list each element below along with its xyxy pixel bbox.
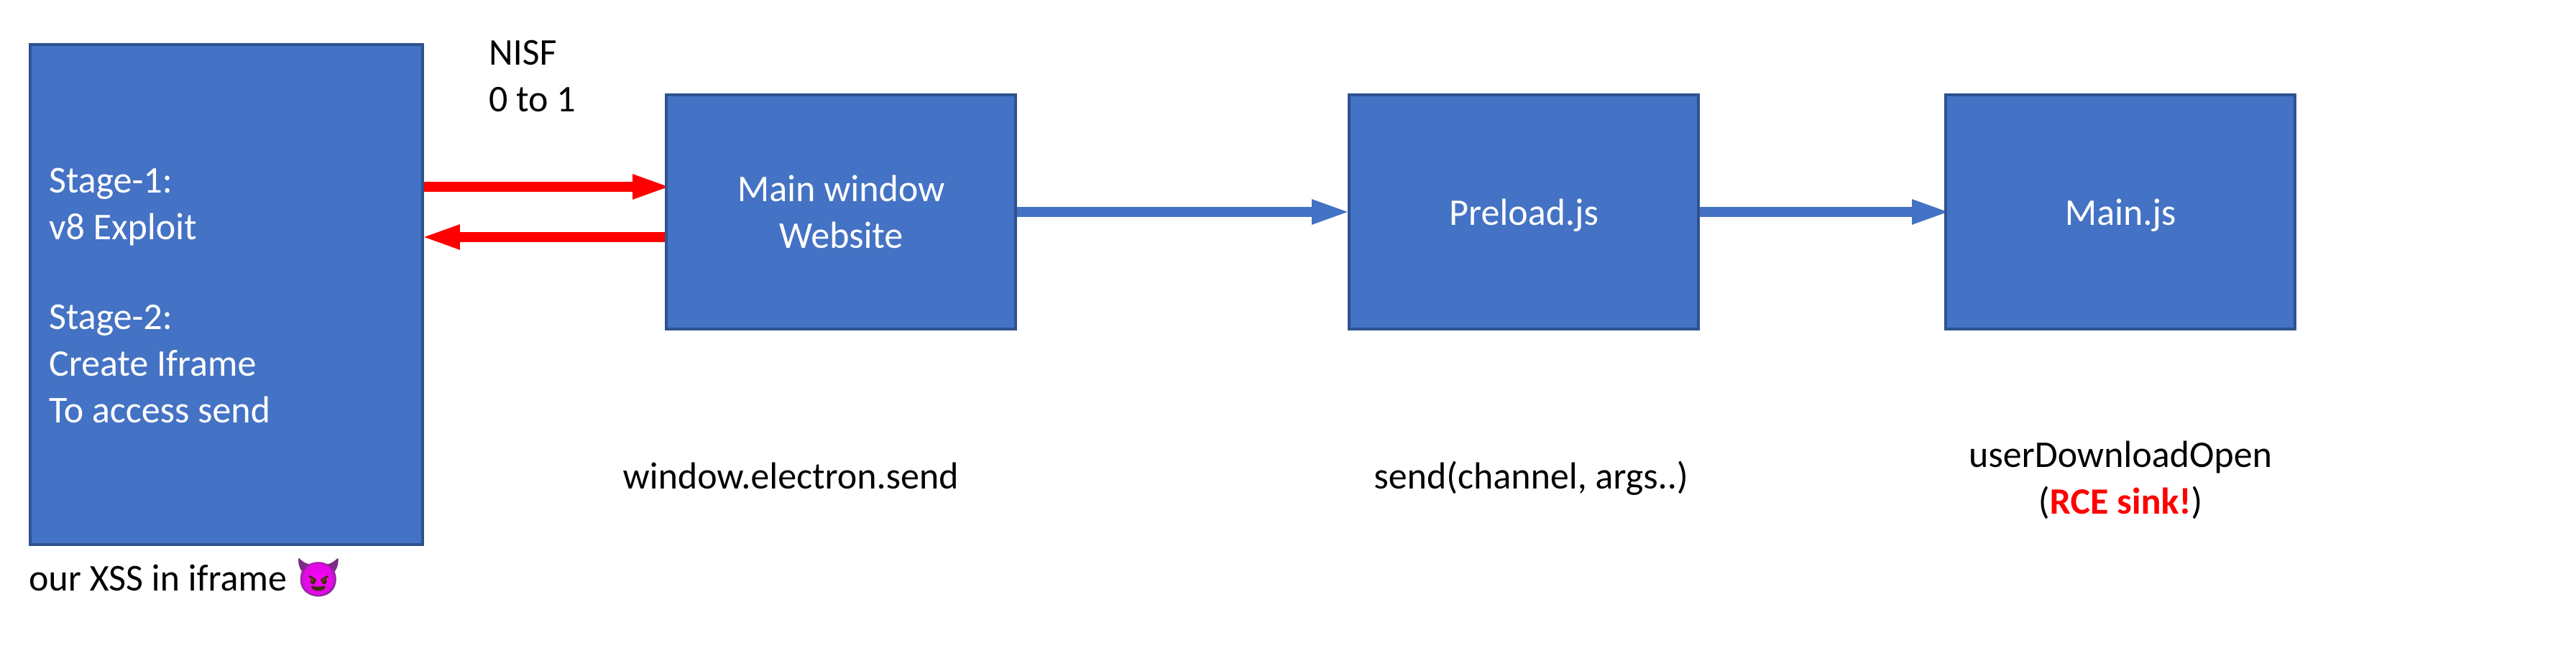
user-download-line-1: userDownloadOpen — [1876, 431, 2365, 478]
stage-box: Stage-1: v8 Exploit Stage-2: Create Ifra… — [29, 43, 424, 546]
stage-line-3: Stage-2: — [49, 293, 172, 340]
blue-arrow-2 — [1700, 198, 1948, 226]
paren-open: ( — [2038, 478, 2050, 524]
preload-box: Preload.js — [1348, 93, 1700, 330]
nisf-line-1: NISF — [489, 29, 576, 75]
rce-sink-text: RCE sink! — [2050, 478, 2191, 524]
electron-send-text: window.electron.send — [622, 453, 958, 499]
red-arrow-right — [424, 172, 668, 201]
blue-arrow-1 — [1017, 198, 1348, 226]
send-channel-label: send(channel, args..) — [1287, 453, 1775, 499]
electron-send-label: window.electron.send — [546, 453, 1035, 499]
xss-text: our XSS in iframe 😈 — [29, 555, 341, 601]
mainjs-text: Main.js — [2065, 189, 2176, 236]
paren-close: ) — [2191, 478, 2202, 524]
main-window-line-1: Main window — [737, 165, 945, 212]
red-arrow-left — [424, 223, 668, 251]
stage-line-5: To access send — [49, 387, 270, 433]
nisf-label: NISF 0 to 1 — [489, 29, 576, 122]
stage-line-2: v8 Exploit — [49, 203, 197, 250]
nisf-line-2: 0 to 1 — [489, 75, 576, 122]
main-window-box: Main window Website — [665, 93, 1017, 330]
stage-line-1: Stage-1: — [49, 157, 172, 203]
stage-line-4: Create Iframe — [49, 340, 256, 387]
user-download-line-2: (RCE sink!) — [1876, 478, 2365, 524]
mainjs-box: Main.js — [1944, 93, 2296, 330]
main-window-line-2: Website — [779, 212, 903, 259]
xss-label: our XSS in iframe 😈 — [29, 555, 341, 601]
send-channel-text: send(channel, args..) — [1374, 453, 1688, 499]
user-download-label: userDownloadOpen (RCE sink!) — [1876, 431, 2365, 524]
preload-text: Preload.js — [1449, 189, 1598, 236]
